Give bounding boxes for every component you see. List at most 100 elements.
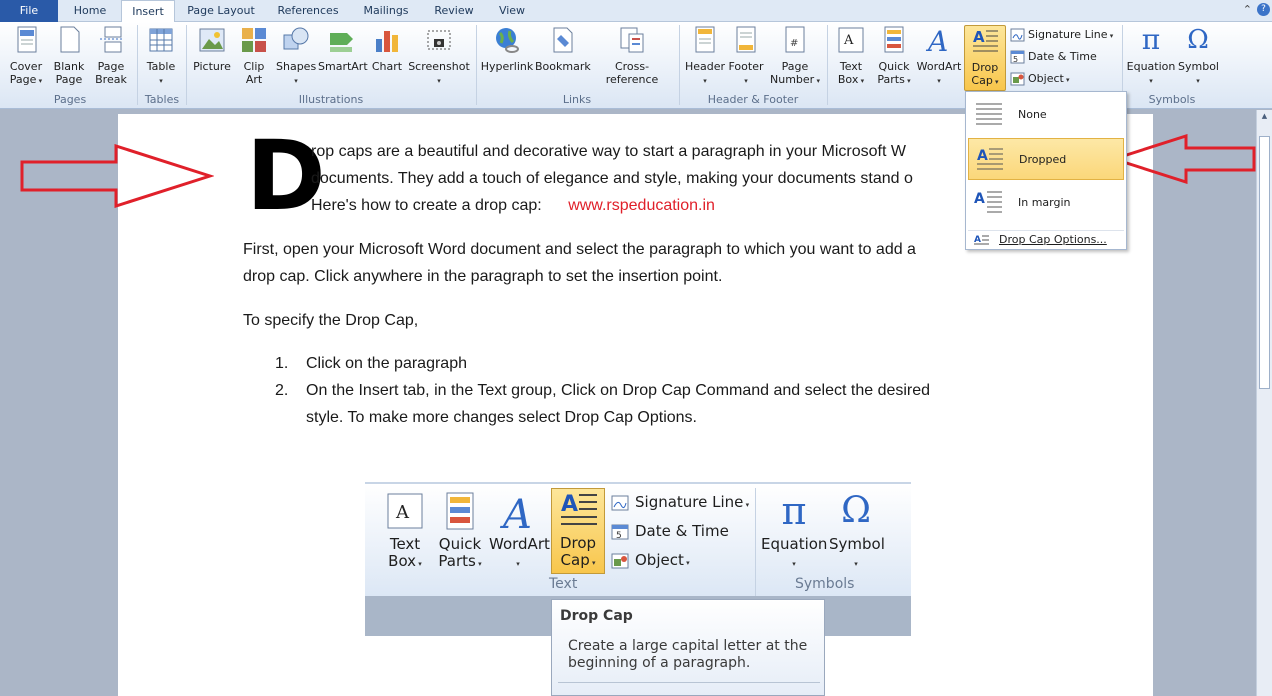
chevron-down-icon: ▾ bbox=[1196, 77, 1200, 85]
embedded-object-label: Object bbox=[635, 551, 684, 569]
blank-page-button[interactable]: Blank Page bbox=[50, 25, 88, 91]
picture-button[interactable]: Picture bbox=[192, 25, 232, 91]
drop-cap-none-option[interactable]: None bbox=[968, 94, 1124, 136]
scrollbar-thumb[interactable] bbox=[1259, 136, 1270, 389]
scroll-up-icon[interactable]: ▲ bbox=[1259, 112, 1270, 124]
header-button[interactable]: Header ▾ bbox=[684, 25, 726, 91]
drop-cap-button[interactable]: A Drop Cap ▾ bbox=[964, 25, 1006, 91]
blank-page-icon bbox=[54, 25, 84, 55]
text-box-icon: A bbox=[836, 25, 866, 55]
website-link[interactable]: www.rspeducation.in bbox=[568, 197, 715, 214]
tables-group-label: Tables bbox=[144, 93, 180, 106]
screenshot-icon bbox=[424, 25, 454, 55]
wordart-icon: A bbox=[497, 490, 539, 538]
svg-text:A: A bbox=[925, 25, 948, 55]
tab-references[interactable]: References bbox=[270, 0, 346, 22]
clip-art-button[interactable]: Clip Art bbox=[236, 25, 272, 91]
bookmark-button[interactable]: Bookmark bbox=[535, 25, 591, 91]
header-icon bbox=[690, 25, 720, 55]
embedded-text-group-label: Text bbox=[549, 576, 578, 592]
date-time-button[interactable]: 5 Date & Time bbox=[1008, 47, 1097, 67]
tab-view[interactable]: View bbox=[490, 0, 534, 22]
embedded-symbol-label: Symbol bbox=[829, 535, 885, 553]
list-item-number: 1. bbox=[275, 355, 289, 372]
svg-text:5: 5 bbox=[1013, 55, 1018, 64]
help-icon[interactable]: ? bbox=[1257, 3, 1270, 16]
list-item-number: 2. bbox=[275, 382, 289, 399]
symbol-button[interactable]: Ω Symbol ▾ bbox=[1178, 25, 1219, 91]
chevron-down-icon: ▾ bbox=[516, 560, 520, 568]
bookmark-icon bbox=[547, 25, 577, 55]
tab-mailings[interactable]: Mailings bbox=[356, 0, 416, 22]
cross-reference-button[interactable]: Cross-reference bbox=[591, 25, 673, 91]
drop-cap-in-margin-label: In margin bbox=[1018, 196, 1071, 209]
tooltip-divider bbox=[558, 682, 820, 683]
drop-cap-in-margin-option[interactable]: A In margin bbox=[968, 182, 1124, 224]
embedded-ribbon-screenshot: A Text Box ▾ Quick Parts ▾ A WordArt ▾ A … bbox=[365, 482, 911, 696]
tab-page-layout[interactable]: Page Layout bbox=[182, 0, 260, 22]
calendar-icon: 5 bbox=[611, 523, 629, 541]
drop-cap-icon: A bbox=[557, 489, 599, 531]
group-divider bbox=[186, 25, 187, 105]
table-button[interactable]: Table ▾ bbox=[142, 25, 180, 91]
footer-label: Footer bbox=[728, 60, 764, 73]
smartart-icon bbox=[327, 25, 357, 55]
wordart-label: WordArt bbox=[916, 60, 962, 73]
embedded-date-time-label: Date & Time bbox=[635, 522, 729, 540]
group-divider bbox=[827, 25, 828, 105]
list-item: Click on the paragraph bbox=[306, 355, 467, 372]
embedded-equation: π Equation ▾ bbox=[761, 490, 827, 573]
header-footer-group-label: Header & Footer bbox=[707, 93, 799, 106]
chevron-down-icon: ▾ bbox=[589, 559, 596, 567]
embedded-object: Object ▾ bbox=[609, 548, 690, 572]
globe-icon bbox=[492, 25, 522, 55]
list-item: On the Insert tab, in the Text group, Cl… bbox=[306, 382, 931, 399]
screenshot-label: Screenshot bbox=[408, 60, 470, 73]
object-icon bbox=[1010, 72, 1025, 86]
shapes-button[interactable]: Shapes ▾ bbox=[276, 25, 316, 91]
calendar-icon: 5 bbox=[1010, 50, 1025, 64]
tooltip-body-line-2: beginning of a paragraph. bbox=[568, 655, 751, 671]
text-box-button[interactable]: A Text Box ▾ bbox=[832, 25, 870, 91]
cover-page-button[interactable]: Cover Page ▾ bbox=[6, 25, 46, 91]
intro-line-3: Here's how to create a drop cap: www.rsp… bbox=[311, 192, 715, 219]
screenshot-button[interactable]: Screenshot ▾ bbox=[408, 25, 470, 91]
chart-label: Chart bbox=[371, 60, 403, 73]
cover-page-icon bbox=[11, 25, 41, 55]
embedded-quick-parts-label: Quick Parts bbox=[438, 535, 482, 570]
right-arrow-annotation bbox=[20, 144, 214, 208]
tab-file[interactable]: File bbox=[0, 0, 58, 22]
svg-text:A: A bbox=[499, 492, 532, 532]
tab-review[interactable]: Review bbox=[426, 0, 482, 22]
footer-icon bbox=[731, 25, 761, 55]
embedded-wordart-label: WordArt bbox=[489, 535, 550, 553]
wordart-button[interactable]: A WordArt ▾ bbox=[916, 25, 962, 91]
drop-cap-options-item[interactable]: A Drop Cap Options... bbox=[968, 230, 1124, 248]
svg-text:A: A bbox=[977, 148, 988, 164]
embedded-tooltip: Drop Cap Create a large capital letter a… bbox=[551, 599, 825, 696]
hyperlink-button[interactable]: Hyperlink bbox=[480, 25, 534, 91]
tab-home[interactable]: Home bbox=[64, 0, 116, 22]
chart-button[interactable]: Chart bbox=[370, 25, 404, 91]
drop-cap-none-icon bbox=[974, 100, 1004, 130]
footer-button[interactable]: Footer ▾ bbox=[726, 25, 766, 91]
equation-button[interactable]: π Equation ▾ bbox=[1126, 25, 1176, 91]
page-number-button[interactable]: # Page Number ▾ bbox=[768, 25, 822, 91]
chevron-down-icon: ▾ bbox=[475, 560, 482, 568]
page-break-button[interactable]: Page Break bbox=[92, 25, 130, 91]
blank-page-label: Blank Page bbox=[53, 60, 85, 86]
signature-line-button[interactable]: Signature Line ▾ bbox=[1008, 25, 1113, 45]
minimize-ribbon-icon[interactable]: ⌃ bbox=[1243, 3, 1252, 16]
tab-insert[interactable]: Insert bbox=[121, 0, 175, 23]
svg-text:#: # bbox=[790, 38, 798, 49]
drop-cap-dropped-option[interactable]: A Dropped bbox=[968, 138, 1124, 180]
vertical-scrollbar[interactable]: ▲ bbox=[1256, 110, 1272, 696]
quick-parts-button[interactable]: Quick Parts ▾ bbox=[874, 25, 914, 91]
page-break-label: Page Break bbox=[95, 60, 127, 86]
smartart-button[interactable]: SmartArt bbox=[318, 25, 368, 91]
links-group-label: Links bbox=[562, 93, 592, 106]
drop-cap-dropped-label: Dropped bbox=[1019, 153, 1067, 166]
embedded-signature-line: Signature Line ▾ bbox=[609, 490, 749, 514]
object-button[interactable]: Object ▾ bbox=[1008, 69, 1070, 89]
quick-parts-icon bbox=[879, 25, 909, 55]
